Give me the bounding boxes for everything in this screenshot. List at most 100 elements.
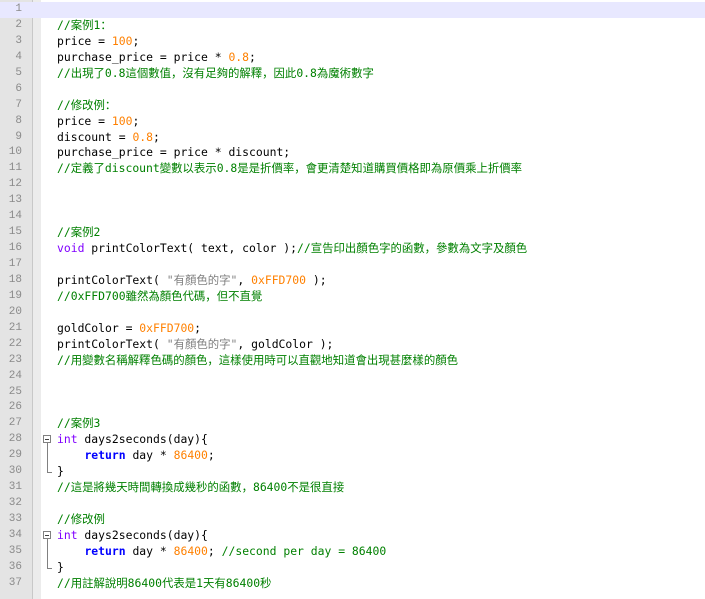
code-token: } [57, 559, 64, 574]
code-line[interactable]: 30} [0, 464, 705, 480]
line-number: 9 [15, 130, 22, 143]
code-line[interactable]: 22 printColorText( "有顏色的字", goldColor ); [0, 337, 705, 353]
line-number: 26 [8, 401, 22, 414]
code-line[interactable]: 15 //案例2 [0, 225, 705, 241]
code-text: return day * 86400; //second per day = 8… [57, 544, 386, 560]
code-line[interactable]: 17 [0, 257, 705, 273]
line-number: 22 [8, 337, 22, 350]
code-line[interactable]: 14 [0, 209, 705, 225]
fold-end-marker [43, 559, 55, 576]
code-line[interactable]: 7 //修改例： [0, 98, 705, 114]
code-token: //定義了discount變數以表示0.8是是折價率，會更清楚知道購買價格即為原… [57, 161, 523, 176]
code-token: //宣告印出顏色字的函數，參數為文字及顏色 [297, 241, 528, 256]
code-line[interactable]: 26 [0, 400, 705, 416]
code-line[interactable]: 27 //案例3 [0, 416, 705, 432]
line-number: 20 [8, 305, 22, 318]
code-text: //0xFFD700雖然為顏色代碼，但不直覺 [57, 289, 262, 305]
code-token: ); [306, 272, 327, 287]
fold-guide-line [43, 448, 55, 465]
fold-toggle-icon[interactable] [43, 528, 55, 544]
code-line[interactable]: 10 purchase_price = price * discount; [0, 145, 705, 161]
line-number: 24 [8, 369, 22, 382]
code-line[interactable]: 5 //出現了0.8這個數值，沒有足夠的解釋，因此0.8為魔術數字 [0, 66, 705, 82]
code-token: 0.8 [228, 49, 250, 64]
code-token: ; [132, 33, 140, 48]
code-text: purchase_price = price * 0.8; [57, 50, 256, 66]
code-text: //案例2 [57, 225, 100, 241]
code-line[interactable]: 4 purchase_price = price * 0.8; [0, 50, 705, 66]
code-token: 0xFFD700 [251, 272, 306, 287]
fold-end-marker [43, 464, 55, 480]
code-text: } [57, 560, 64, 576]
code-line[interactable]: 24 [0, 369, 705, 385]
code-token: 0xFFD700 [139, 320, 195, 335]
code-token: "有顏色的字" [166, 336, 238, 351]
code-token: printColorText( text, color ); [84, 241, 298, 256]
code-token: , goldColor ); [237, 336, 334, 351]
code-editor[interactable]: 1 2//案例1： 3 price = 100; 4 purchase_price = p… [0, 0, 705, 599]
code-area[interactable]: 1 2//案例1： 3 price = 100; 4 purchase_price = p… [0, 2, 705, 592]
code-line[interactable]: 23 //用變數名稱解釋色碼的顏色，這樣使用時可以直觀地知道會出現甚麼樣的顏色 [0, 353, 705, 369]
line-number: 29 [8, 449, 22, 462]
line-number: 21 [8, 321, 22, 334]
code-token: 0.8 [132, 129, 154, 144]
code-line[interactable]: 36} [0, 559, 705, 576]
code-line[interactable]: 31 //這是將幾天時間轉換成幾秒的函數，86400不是很直接 [0, 480, 705, 496]
code-line[interactable]: 3 price = 100; [0, 34, 705, 50]
code-line[interactable]: 18 printColorText( "有顏色的字", 0xFFD700 ); [0, 273, 705, 289]
code-line[interactable]: 1 [0, 2, 705, 18]
code-line[interactable]: 6 [0, 82, 705, 98]
code-token: discount = [57, 129, 133, 144]
code-text: price = 100; [57, 114, 139, 130]
code-token: day * [125, 543, 174, 558]
code-token: 100 [111, 33, 133, 48]
code-line[interactable]: 13 [0, 193, 705, 209]
code-token: ; [153, 129, 160, 144]
code-line[interactable]: 37 //用註解說明86400代表是1天有86400秒 [0, 576, 705, 592]
code-line[interactable]: 20 [0, 305, 705, 321]
code-line[interactable]: 28 int days2seconds(day){ [0, 432, 705, 449]
code-text: //用註解說明86400代表是1天有86400秒 [57, 576, 271, 592]
code-token: price = [57, 113, 112, 128]
fold-toggle-icon[interactable] [43, 432, 55, 449]
code-token: day * [125, 448, 174, 463]
code-line[interactable]: 16 void printColorText( text, color );//宣… [0, 241, 705, 257]
line-number: 25 [8, 385, 22, 398]
code-line[interactable]: 32 [0, 496, 705, 512]
line-number: 34 [8, 528, 22, 541]
code-token: printColorText( [57, 336, 167, 351]
code-text: } [57, 464, 64, 480]
code-text: //修改例 [57, 512, 105, 528]
code-token: return [84, 448, 126, 463]
code-line[interactable]: 34 int days2seconds(day){ [0, 528, 705, 544]
code-token: //用變數名稱解釋色碼的顏色，這樣使用時可以直觀地知道會出現甚麼樣的顏色 [57, 352, 458, 367]
code-token: "有顏色的字" [166, 272, 238, 287]
code-text: //案例1： [57, 18, 112, 34]
code-line[interactable]: 29 return day * 86400; [0, 448, 705, 465]
code-line[interactable]: 8 price = 100; [0, 114, 705, 130]
code-token: days2seconds(day){ [77, 527, 208, 542]
code-line[interactable]: 21 goldColor = 0xFFD700; [0, 321, 705, 337]
line-number: 17 [8, 258, 22, 270]
code-token: //這是將幾天時間轉換成幾秒的函數，86400不是很直接 [57, 480, 345, 495]
code-token: return [84, 543, 126, 558]
code-token: purchase_price = price * [57, 49, 229, 64]
line-number: 2 [15, 18, 22, 31]
line-number: 3 [15, 34, 22, 47]
code-line[interactable]: 35 return day * 86400; //second per day … [0, 543, 705, 560]
code-token: ; [132, 113, 140, 128]
code-line[interactable]: 33 //修改例 [0, 512, 705, 528]
code-token: //案例1： [57, 17, 112, 32]
code-line[interactable]: 12 [0, 177, 705, 193]
code-line[interactable]: 2 //案例1： [0, 18, 705, 34]
code-text: //這是將幾天時間轉換成幾秒的函數，86400不是很直接 [57, 480, 344, 496]
code-token: 100 [111, 113, 133, 128]
code-text: goldColor = 0xFFD700; [57, 321, 201, 337]
code-line[interactable]: 9 discount = 0.8; [0, 130, 705, 146]
line-number: 18 [8, 273, 22, 286]
code-token: //用註解說明86400代表是1天有86400秒 [57, 575, 272, 590]
code-token: , [237, 272, 252, 287]
code-line[interactable]: 11 //定義了discount變數以表示0.8是是折價率，會更清楚知道購買價格即… [0, 161, 705, 177]
code-line[interactable]: 25 [0, 385, 705, 401]
code-line[interactable]: 19 //0xFFD700雖然為顏色代碼，但不直覺 [0, 289, 705, 305]
